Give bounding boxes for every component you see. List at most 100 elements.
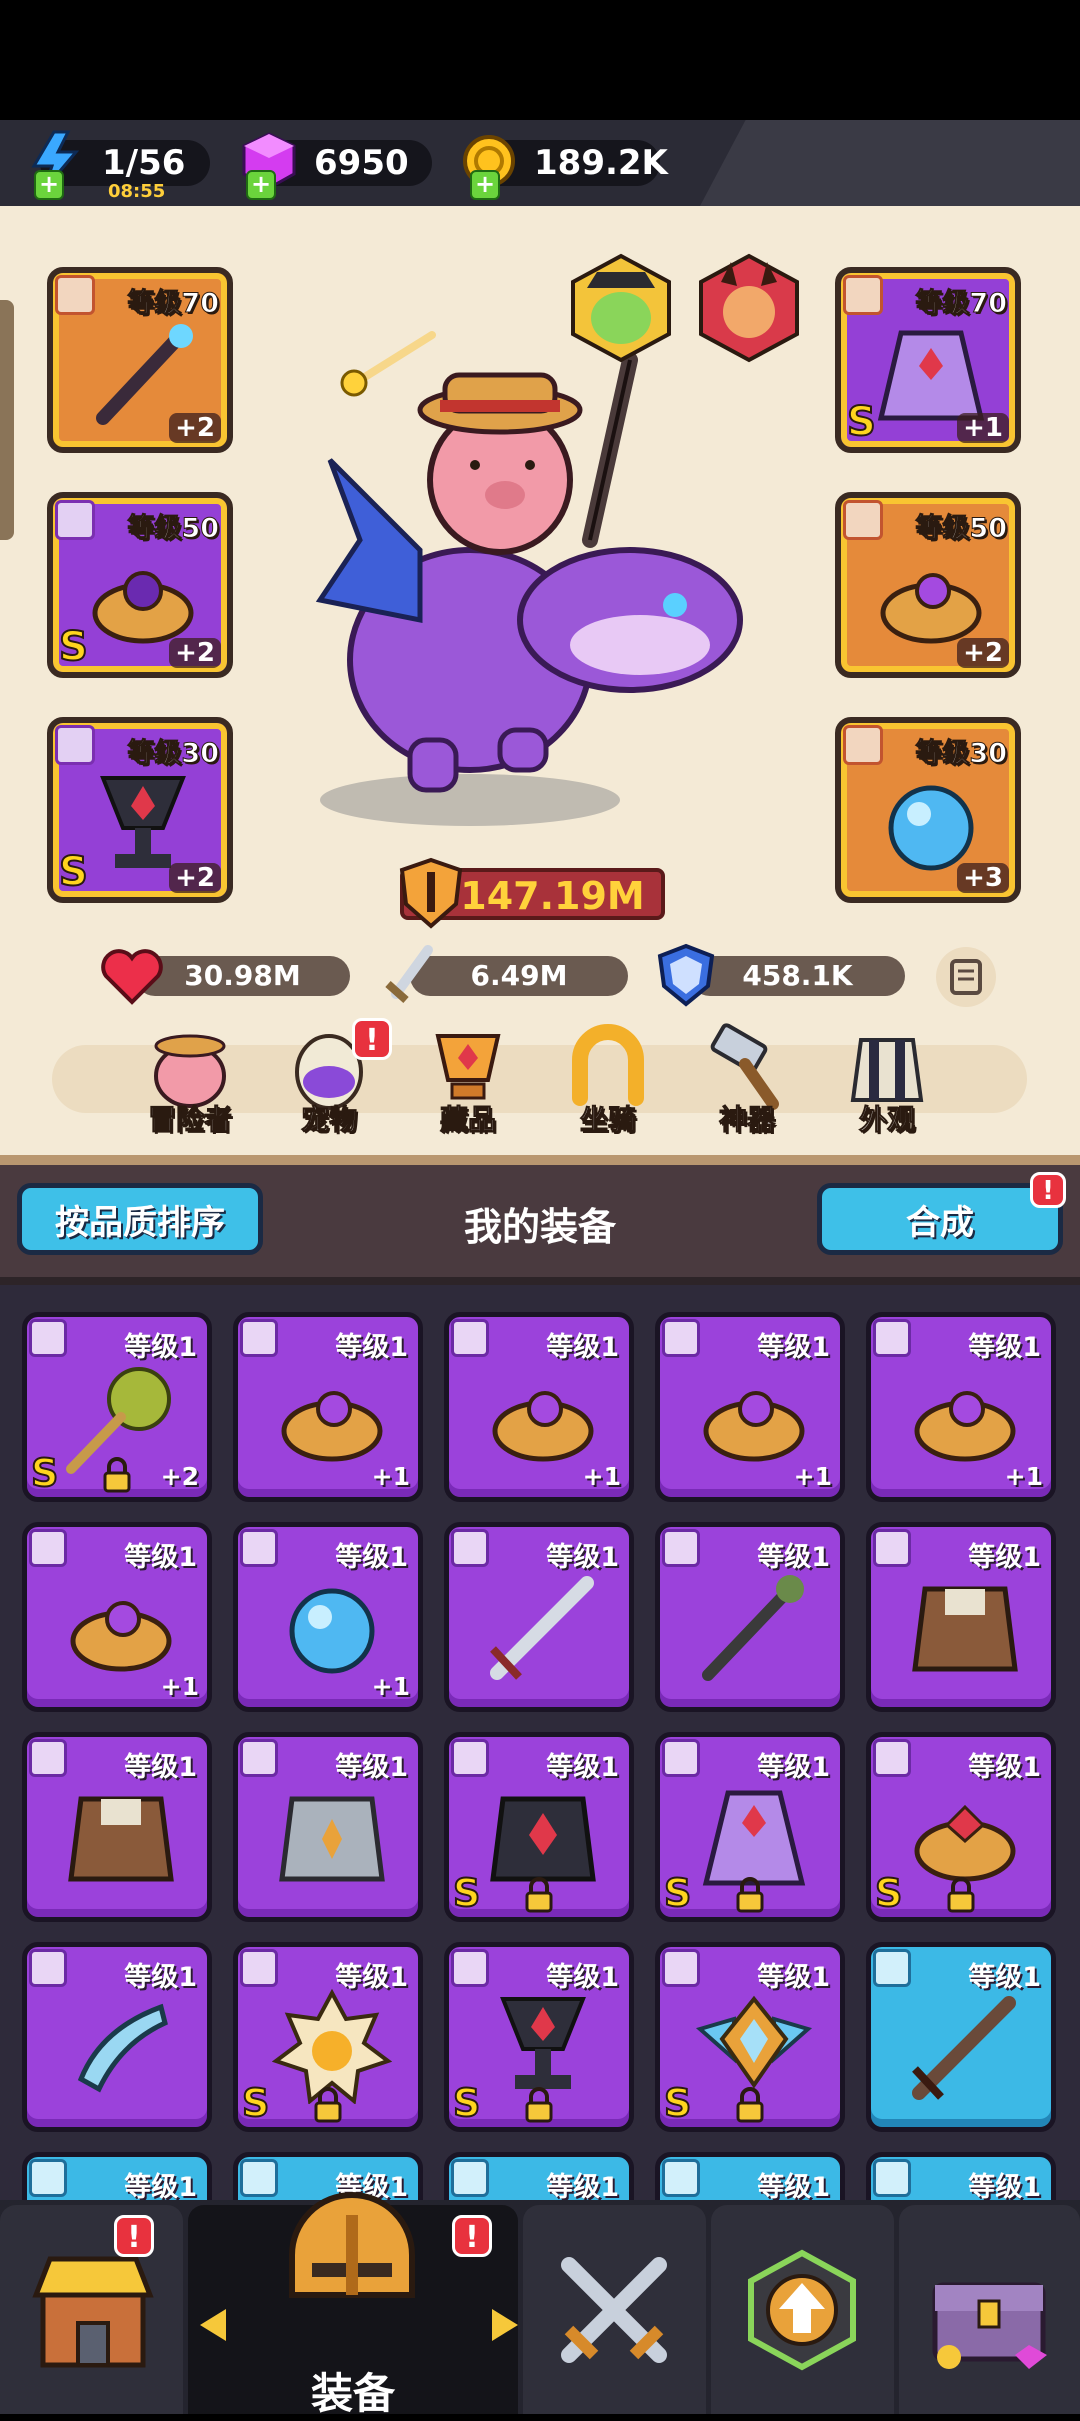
equip-slot-ring[interactable]: 等级50 S +2 bbox=[47, 492, 233, 678]
item-category-icon bbox=[873, 1529, 911, 1567]
hp-value: 30.98M bbox=[184, 959, 301, 992]
item-s-rank: S bbox=[452, 1870, 481, 1916]
inventory-item[interactable]: 等级1 S bbox=[233, 1942, 423, 2132]
item-s-rank: S bbox=[452, 2080, 481, 2126]
item-s-rank: S bbox=[241, 2080, 270, 2126]
inventory-item[interactable]: 等级1 bbox=[866, 1522, 1056, 1712]
inventory-item[interactable]: 等级1 S bbox=[444, 1942, 634, 2132]
pet-demon-icon[interactable] bbox=[693, 252, 805, 364]
equip-slot-ring-2[interactable]: 等级50 +2 bbox=[835, 492, 1021, 678]
sword-dark-icon bbox=[912, 1996, 1016, 2100]
item-s-rank: S bbox=[663, 2080, 692, 2126]
ring-icon bbox=[703, 1391, 805, 1462]
add-energy-icon[interactable]: + bbox=[34, 170, 64, 200]
pet-pirate-icon[interactable] bbox=[565, 252, 677, 364]
stat-attack: 6.49M bbox=[410, 956, 628, 996]
inventory-item[interactable]: 等级1 +2 S bbox=[22, 1312, 212, 1502]
item-category-icon bbox=[29, 1949, 67, 1987]
shop-icon bbox=[32, 2256, 154, 2368]
add-gems-icon[interactable]: + bbox=[246, 170, 276, 200]
amulet-category-icon bbox=[55, 725, 95, 765]
add-coins-icon[interactable]: + bbox=[470, 170, 500, 200]
sword-icon bbox=[490, 1576, 594, 1680]
item-level: 等级1 bbox=[968, 1752, 1041, 1783]
orb-icon bbox=[289, 1588, 375, 1674]
inventory-item[interactable]: 等级1 +1 bbox=[444, 1312, 634, 1502]
inventory-item[interactable]: 等级1 bbox=[444, 1522, 634, 1712]
inventory-item[interactable]: 等级1 +1 bbox=[866, 1312, 1056, 1502]
inventory-item[interactable]: 等级1 S bbox=[655, 1732, 845, 1922]
item-category-icon bbox=[873, 1949, 911, 1987]
nav-active-label: 装备 bbox=[310, 2369, 395, 2418]
inventory-item[interactable]: 等级1 S bbox=[444, 1732, 634, 1922]
stat-defense: 458.1K bbox=[690, 956, 905, 996]
energy-counter[interactable]: + 1/56 bbox=[31, 130, 210, 200]
tab-adventurer[interactable]: 冒险者 bbox=[135, 1020, 245, 1138]
amulet-category-icon bbox=[843, 725, 883, 765]
ring-icon bbox=[914, 1391, 1016, 1462]
side-pull-tab[interactable] bbox=[0, 300, 14, 540]
inventory-item[interactable]: 等级1 bbox=[22, 1732, 212, 1922]
ring-category-icon bbox=[55, 500, 95, 540]
item-category-icon bbox=[451, 1739, 489, 1777]
item-level: 等级1 bbox=[968, 1332, 1041, 1363]
nav-treasure[interactable] bbox=[899, 2205, 1080, 2414]
tab-collection[interactable]: 藏品 bbox=[413, 1020, 523, 1138]
item-level: 等级1 bbox=[124, 1332, 197, 1363]
panel-divider bbox=[0, 1155, 1080, 1165]
trophy-icon bbox=[100, 776, 186, 868]
inventory-item[interactable]: 等级1 bbox=[866, 1942, 1056, 2132]
nav-shop[interactable]: ! bbox=[0, 2205, 183, 2414]
inventory-item[interactable]: 等级1 bbox=[655, 1522, 845, 1712]
power-value: 147.19M bbox=[460, 874, 645, 918]
item-category-icon bbox=[662, 1529, 700, 1567]
inventory-item[interactable]: 等级1 +1 bbox=[233, 1522, 423, 1712]
item-category-icon bbox=[29, 2159, 67, 2197]
tab-mount[interactable]: 坐骑 bbox=[553, 1020, 663, 1138]
inventory-item[interactable]: 等级1 bbox=[22, 1942, 212, 2132]
item-level: 等级1 bbox=[546, 2172, 619, 2203]
nav-upgrade[interactable] bbox=[711, 2205, 894, 2414]
equip-slot-orb[interactable]: 等级30 +3 bbox=[835, 717, 1021, 903]
cape-icon bbox=[877, 330, 985, 421]
inventory-item[interactable]: 等级1 +1 bbox=[233, 1312, 423, 1502]
armor-brown-icon bbox=[68, 1796, 174, 1882]
armor-steel-icon bbox=[279, 1796, 385, 1882]
lock-icon bbox=[103, 1457, 131, 1493]
crossed-swords-icon bbox=[561, 2257, 667, 2363]
equip-slot-armor[interactable]: 等级70 S +1 bbox=[835, 267, 1021, 453]
chevron-left-icon[interactable] bbox=[196, 2305, 230, 2345]
stats-detail-icon[interactable] bbox=[934, 945, 998, 1009]
equipment-alert-badge: ! bbox=[452, 2215, 492, 2257]
inventory-item[interactable]: 等级1 S bbox=[655, 1942, 845, 2132]
merge-alert-badge: ! bbox=[1030, 1172, 1066, 1208]
item-plus: +1 bbox=[1004, 1462, 1043, 1491]
merge-button[interactable]: 合成 bbox=[817, 1183, 1063, 1255]
ring-icon bbox=[880, 573, 982, 644]
nav-battle[interactable] bbox=[523, 2205, 706, 2414]
inventory-item[interactable]: 等级1 S bbox=[866, 1732, 1056, 1922]
energy-timer: 08:55 bbox=[108, 181, 166, 202]
item-level: 等级1 bbox=[124, 1752, 197, 1783]
tab-outfit[interactable]: 外观 bbox=[832, 1020, 942, 1138]
heart-icon bbox=[101, 949, 163, 1005]
item-plus: +1 bbox=[793, 1462, 832, 1491]
tab-artifact[interactable]: 神器 bbox=[692, 1020, 802, 1138]
ring-icon bbox=[281, 1391, 383, 1462]
inventory-item[interactable]: 等级1 +1 bbox=[655, 1312, 845, 1502]
lock-icon bbox=[736, 2087, 764, 2123]
item-level: 等级1 bbox=[335, 1332, 408, 1363]
item-level: 等级1 bbox=[546, 1962, 619, 1993]
item-level: 等级1 bbox=[757, 1962, 830, 1993]
coin-counter[interactable]: + 189.2K bbox=[463, 135, 668, 200]
inventory-item[interactable]: 等级1 bbox=[233, 1732, 423, 1922]
inventory-item[interactable]: 等级1 +1 bbox=[22, 1522, 212, 1712]
item-plus: +1 bbox=[582, 1462, 621, 1491]
equip-slot-weapon[interactable]: 等级70 +2 bbox=[47, 267, 233, 453]
gem-counter[interactable]: + 6950 bbox=[242, 132, 432, 200]
equip-slot-trophy[interactable]: 等级30 S +2 bbox=[47, 717, 233, 903]
item-category-icon bbox=[240, 1949, 278, 1987]
chevron-right-icon[interactable] bbox=[488, 2305, 522, 2345]
item-plus: +1 bbox=[371, 1672, 410, 1701]
item-s-rank: S bbox=[30, 1450, 59, 1496]
